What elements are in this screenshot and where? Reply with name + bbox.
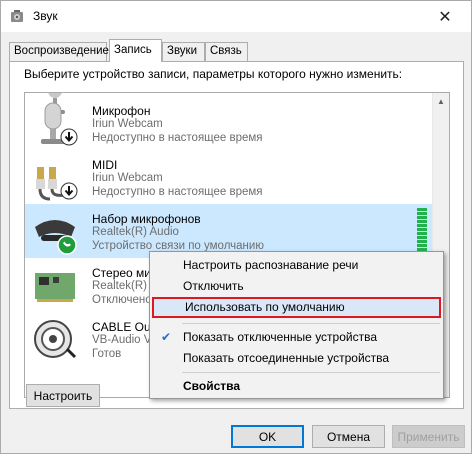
tab-sounds[interactable]: Звуки: [162, 42, 205, 61]
menu-item-properties[interactable]: Свойства: [152, 376, 441, 397]
cancel-button[interactable]: Отмена: [312, 425, 385, 448]
context-menu: Настроить распознавание речи Отключить И…: [149, 251, 444, 399]
sound-dialog: Звук ✕ Воспроизведение Запись Звуки Связ…: [0, 0, 472, 454]
device-status: Недоступно в настоящее время: [92, 132, 263, 144]
device-row-selected[interactable]: Набор микрофонов Realtek(R) Audio Устрой…: [25, 204, 433, 258]
menu-item-show-disconnected[interactable]: Показать отсоединенные устройства: [152, 348, 441, 369]
menu-item-speech-recognition[interactable]: Настроить распознавание речи: [152, 255, 441, 276]
sound-card-icon: [35, 273, 75, 302]
menu-separator: [182, 323, 440, 324]
audio-cable-icon: [36, 167, 78, 201]
title-bar: Звук ✕: [1, 1, 471, 32]
device-name: Микрофон: [92, 104, 151, 118]
menu-item-disable[interactable]: Отключить: [152, 276, 441, 297]
menu-item-label: Показать отключенные устройства: [183, 330, 378, 344]
tab-communications[interactable]: Связь: [205, 42, 248, 61]
menu-item-show-disabled[interactable]: ✔ Показать отключенные устройства: [152, 327, 441, 348]
close-icon: ✕: [438, 8, 452, 26]
device-driver: Realtek(R) Audio: [92, 226, 179, 238]
device-status: Готов: [92, 348, 122, 360]
device-driver: Iriun Webcam: [92, 172, 163, 184]
microphone-array-icon: [35, 220, 77, 255]
device-name: MIDI: [92, 158, 118, 172]
microphone-icon: [41, 102, 78, 146]
close-button[interactable]: ✕: [423, 1, 467, 32]
device-driver: Realtek(R) A: [92, 280, 158, 292]
device-name: Стерео мик: [92, 266, 157, 280]
device-name: Набор микрофонов: [92, 212, 201, 226]
window-title: Звук: [33, 9, 58, 23]
device-row[interactable]: MIDI Iriun Webcam Недоступно в настоящее…: [25, 150, 433, 204]
tab-recording[interactable]: Запись: [109, 39, 162, 62]
level-meter: [417, 208, 427, 254]
ok-button[interactable]: OK: [231, 425, 304, 448]
speaker-icon: [11, 10, 23, 22]
instruction-text: Выберите устройство записи, параметры ко…: [24, 67, 403, 81]
configure-button[interactable]: Настроить: [26, 384, 100, 407]
device-row[interactable]: Микрофон Iriun Webcam Недоступно в насто…: [25, 96, 433, 150]
scroll-up-arrow-icon[interactable]: ▲: [433, 93, 449, 110]
device-status: Недоступно в настоящее время: [92, 186, 263, 198]
device-driver: Iriun Webcam: [92, 118, 163, 130]
tab-playback[interactable]: Воспроизведение: [9, 42, 109, 61]
device-status: Отключено: [92, 294, 152, 306]
device-driver: VB-Audio V: [92, 334, 152, 346]
menu-item-set-default[interactable]: Использовать по умолчанию: [152, 297, 441, 318]
menu-separator: [182, 372, 440, 373]
checkmark-icon: ✔: [161, 330, 172, 344]
cable-reel-icon: [34, 320, 77, 359]
apply-button[interactable]: Применить: [392, 425, 465, 448]
